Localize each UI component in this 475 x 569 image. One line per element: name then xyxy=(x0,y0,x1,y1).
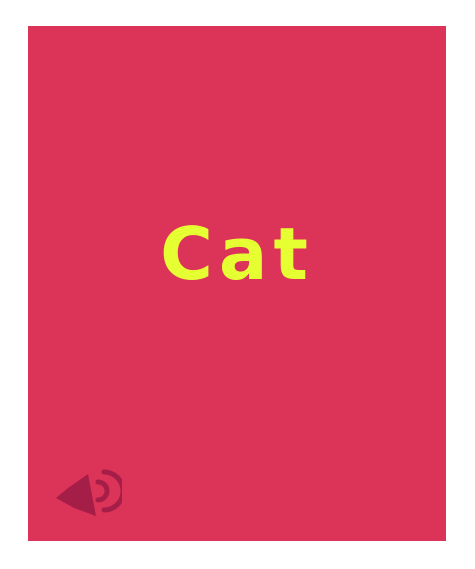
flashcard-word: Cat xyxy=(160,212,314,296)
speaker-icon xyxy=(50,458,122,522)
flashcard[interactable]: Cat xyxy=(28,26,446,541)
play-audio-button[interactable] xyxy=(50,458,122,522)
